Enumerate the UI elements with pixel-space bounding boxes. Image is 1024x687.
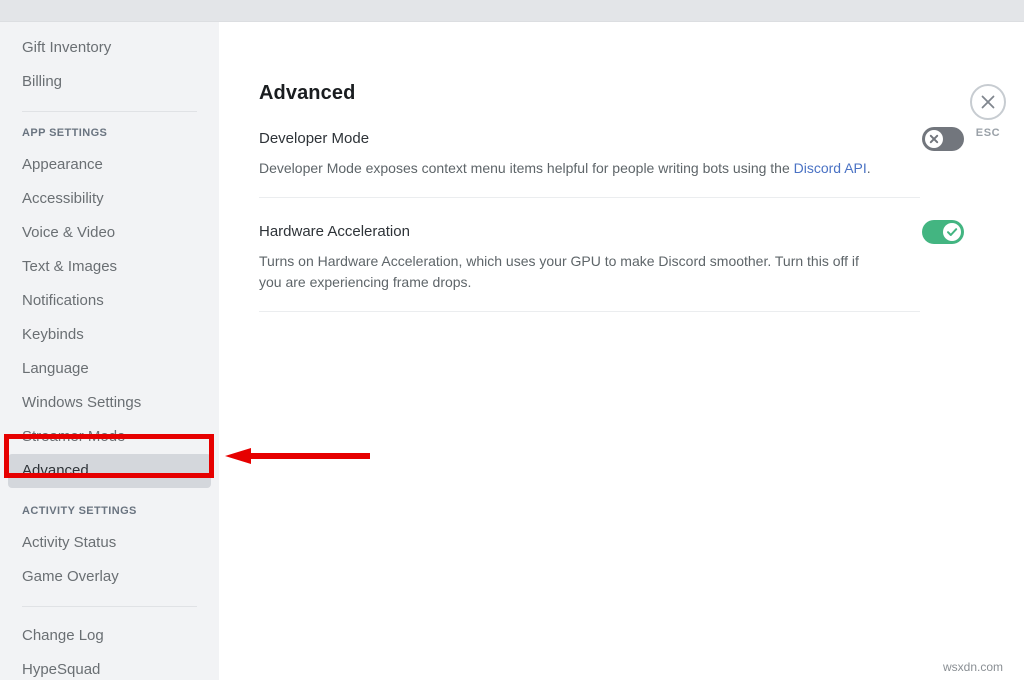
sidebar-item-label: HypeSquad [22,661,100,678]
sidebar-item-label: Language [22,360,89,377]
sidebar-section-app-settings: APP SETTINGS [8,124,211,142]
sidebar-item-language[interactable]: Language [8,352,211,386]
sidebar-item-label: Gift Inventory [22,39,111,56]
sidebar-item-label: Notifications [22,292,104,309]
sidebar-item-label: Text & Images [22,258,117,275]
sidebar-item-appearance[interactable]: Appearance [8,148,211,182]
sidebar-item-label: Keybinds [22,326,84,343]
sidebar-item-hypesquad[interactable]: HypeSquad [8,653,211,687]
content-divider-1 [259,197,920,198]
sidebar-item-text-and-images[interactable]: Text & Images [8,250,211,284]
setting-hardware-acceleration: Hardware Acceleration Turns on Hardware … [259,220,920,293]
sidebar-item-windows-settings[interactable]: Windows Settings [8,386,211,420]
sidebar-item-accessibility[interactable]: Accessibility [8,182,211,216]
sidebar-item-voice-and-video[interactable]: Voice & Video [8,216,211,250]
sidebar-item-advanced[interactable]: Advanced [8,454,211,488]
window-titlebar [0,0,1024,22]
close-settings-button[interactable]: ESC [958,84,1018,139]
sidebar-item-label: Advanced [22,462,89,479]
hardware-acceleration-toggle[interactable] [922,220,964,244]
settings-sidebar: Gift Inventory Billing APP SETTINGS Appe… [0,22,219,680]
content-divider-2 [259,311,920,312]
sidebar-section-activity-settings: ACTIVITY SETTINGS [8,502,211,520]
sidebar-item-activity-status[interactable]: Activity Status [8,526,211,560]
settings-window: Gift Inventory Billing APP SETTINGS Appe… [0,0,1024,680]
sidebar-item-label: Change Log [22,627,104,644]
setting-label: Hardware Acceleration [259,223,410,240]
sidebar-item-label: Activity Status [22,534,116,551]
setting-developer-mode: Developer Mode Developer Mode exposes co… [259,127,920,179]
sidebar-item-label: Streamer Mode [22,428,125,445]
page-title: Advanced [259,82,355,105]
sidebar-item-gift-inventory[interactable]: Gift Inventory [8,31,211,65]
setting-description-text: Developer Mode exposes context menu item… [259,160,794,176]
setting-row: Hardware Acceleration [259,220,920,244]
toggle-knob [925,130,943,148]
setting-description: Developer Mode exposes context menu item… [259,158,880,179]
setting-description: Turns on Hardware Acceleration, which us… [259,251,880,293]
sidebar-item-label: Accessibility [22,190,104,207]
toggle-knob [943,223,961,241]
sidebar-item-notifications[interactable]: Notifications [8,284,211,318]
sidebar-item-label: Appearance [22,156,103,173]
discord-api-link[interactable]: Discord API [794,160,867,176]
watermark: wsxdn.com [943,660,1003,674]
sidebar-item-label: Windows Settings [22,394,141,411]
setting-row: Developer Mode [259,127,920,151]
setting-label: Developer Mode [259,130,369,147]
sidebar-item-billing[interactable]: Billing [8,65,211,99]
setting-description-suffix: . [867,160,871,176]
sidebar-item-label: Game Overlay [22,568,119,585]
sidebar-item-streamer-mode[interactable]: Streamer Mode [8,420,211,454]
sidebar-item-keybinds[interactable]: Keybinds [8,318,211,352]
close-icon [970,84,1006,120]
sidebar-item-label: Billing [22,73,62,90]
sidebar-item-game-overlay[interactable]: Game Overlay [8,560,211,594]
close-label: ESC [958,127,1018,139]
settings-content-panel: Advanced Developer Mode Developer Mode e… [219,22,1024,680]
sidebar-item-label: Voice & Video [22,224,115,241]
sidebar-item-change-log[interactable]: Change Log [8,619,211,653]
